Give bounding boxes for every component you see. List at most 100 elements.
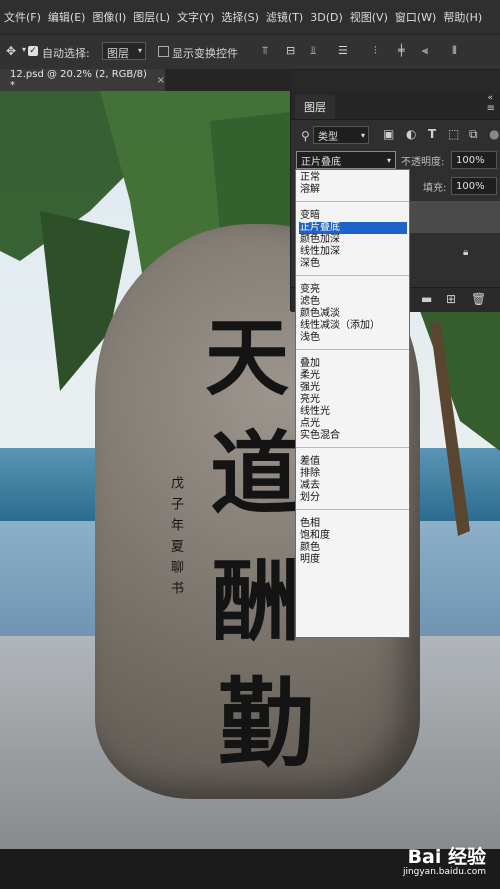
opacity-value: 100%: [456, 154, 485, 166]
close-icon[interactable]: ×: [157, 75, 165, 86]
menu-item[interactable]: 视图(V): [346, 9, 391, 25]
menu-item[interactable]: 图像(I): [88, 9, 129, 25]
blend-mode-option[interactable]: 颜色减淡: [299, 308, 407, 320]
align-top-icon[interactable]: ⫪: [262, 44, 268, 58]
blend-mode-option[interactable]: 叠加: [299, 358, 407, 370]
blend-mode-option[interactable]: 溶解: [299, 184, 407, 196]
options-bar: ✥ ▾ ✓ 自动选择: 图层 ▾ 显示变换控件 ⫪ ⊟ ⫫ ☰ ⫶ ╪ ⫷ ⦀: [0, 34, 500, 70]
adjustment-filter-icon[interactable]: ◐: [406, 127, 416, 141]
blend-mode-option[interactable]: 柔光: [299, 370, 407, 382]
type-filter-icon[interactable]: T: [428, 127, 436, 141]
new-group-icon[interactable]: ▬: [421, 292, 432, 306]
menu-item[interactable]: 帮助(H): [439, 9, 485, 25]
auto-select-label: 自动选择:: [42, 47, 90, 60]
align-left-icon[interactable]: ⫶: [374, 44, 377, 58]
blend-mode-option[interactable]: 颜色: [299, 542, 407, 554]
chevron-down-icon: ▾: [360, 130, 365, 140]
menu-separator: [296, 201, 409, 202]
document-tab[interactable]: 12.psd @ 20.2% (2, RGB/8) * ×: [0, 69, 165, 91]
blend-mode-option[interactable]: 线性加深: [299, 246, 407, 258]
new-layer-icon[interactable]: ⊞: [446, 292, 456, 306]
align-right-icon[interactable]: ⫷: [422, 44, 428, 58]
calligraphy-char-2: 道: [210, 421, 300, 527]
delete-layer-icon[interactable]: 🗑︎: [471, 292, 486, 306]
filter-kind-value: 类型: [318, 131, 338, 143]
menu-separator: [296, 509, 409, 510]
collapse-icon[interactable]: «: [487, 93, 493, 103]
blend-mode-option[interactable]: 正常: [299, 172, 407, 184]
blend-mode-option[interactable]: 划分: [299, 492, 407, 504]
fill-label: 填充:: [423, 179, 447, 194]
show-transform-label: 显示变换控件: [172, 47, 238, 60]
layer-row[interactable]: [409, 201, 500, 233]
blend-mode-option[interactable]: 深色: [299, 258, 407, 270]
blend-mode-option[interactable]: 饱和度: [299, 530, 407, 542]
filter-kind-dropdown[interactable]: 类型 ▾: [313, 126, 369, 144]
auto-select-dropdown[interactable]: 图层 ▾: [102, 42, 146, 60]
blend-mode-option[interactable]: 滤色: [299, 296, 407, 308]
blend-mode-option[interactable]: 线性光: [299, 406, 407, 418]
shape-filter-icon[interactable]: ⬚: [448, 127, 459, 141]
fill-input[interactable]: 100%: [451, 177, 497, 195]
blend-mode-option[interactable]: 排除: [299, 468, 407, 480]
watermark-url: jingyan.baidu.com: [402, 867, 486, 877]
blend-mode-dropdown[interactable]: 正片叠底 ▾: [296, 151, 396, 169]
menu-bar: 文件(F) 编辑(E) 图像(I) 图层(L) 文字(Y) 选择(S) 滤镜(T) 3D(D)…: [0, 0, 500, 34]
document-tab-bar: 12.psd @ 20.2% (2, RGB/8) * ×: [0, 69, 290, 91]
fill-value: 100%: [456, 180, 485, 192]
menu-separator: [296, 349, 409, 350]
blend-mode-option[interactable]: 明度: [299, 554, 407, 566]
align-hcenter-icon[interactable]: ╪: [398, 44, 405, 57]
auto-select-checkbox[interactable]: ✓: [28, 46, 38, 56]
chevron-down-icon: ▾: [137, 46, 142, 55]
panel-tab-row: 图层 « ≡: [291, 91, 500, 120]
search-icon: ⚲: [301, 129, 310, 143]
distribute-horizontal-icon[interactable]: ⦀: [452, 44, 457, 58]
calligraphy-char-1: 天: [205, 308, 290, 407]
blend-mode-option[interactable]: 正片叠底: [299, 222, 407, 234]
blend-mode-option[interactable]: 差值: [299, 456, 407, 468]
menu-separator: [296, 275, 409, 276]
filter-toggle-icon[interactable]: ●: [489, 127, 499, 141]
blend-mode-option[interactable]: 点光: [299, 418, 407, 430]
menu-item[interactable]: 选择(S): [217, 9, 262, 25]
blend-mode-option[interactable]: 变亮: [299, 284, 407, 296]
watermark-brand: Bai 经验: [407, 846, 486, 868]
opacity-input[interactable]: 100%: [451, 151, 497, 169]
document-title: 12.psd @ 20.2% (2, RGB/8) *: [10, 69, 147, 91]
menu-item[interactable]: 文件(F): [0, 9, 44, 25]
blend-mode-option[interactable]: 色相: [299, 518, 407, 530]
image-filter-icon[interactable]: ▣: [383, 127, 394, 141]
move-tool-icon[interactable]: ✥: [6, 44, 16, 58]
distribute-vertical-icon[interactable]: ☰: [338, 44, 348, 57]
menu-item[interactable]: 滤镜(T): [262, 9, 306, 25]
calligraphy-char-3: 酬: [212, 549, 301, 653]
blend-mode-option[interactable]: 实色混合: [299, 430, 407, 442]
blend-mode-menu: 正常 溶解变暗 正片叠底 颜色加深 线性加深 深色变亮 滤色 颜色减淡 线性减淡（添加） 浅色叠加…: [295, 169, 410, 638]
opacity-label: 不透明度:: [401, 157, 445, 168]
blend-mode-option[interactable]: 颜色加深: [299, 234, 407, 246]
menu-item[interactable]: 编辑(E): [44, 9, 89, 25]
blend-mode-option[interactable]: 浅色: [299, 332, 407, 344]
show-transform-checkbox[interactable]: [158, 46, 169, 57]
menu-item[interactable]: 文字(Y): [173, 9, 217, 25]
blend-mode-option[interactable]: 线性减淡（添加）: [299, 320, 407, 332]
calligraphy-inscription: 戊子年夏聊书: [168, 476, 183, 602]
auto-select-value: 图层: [107, 47, 129, 60]
panel-menu-icon[interactable]: ≡: [487, 103, 495, 114]
menu-item[interactable]: 3D(D): [306, 11, 346, 24]
menu-item[interactable]: 窗口(W): [391, 9, 439, 25]
layers-tab[interactable]: 图层: [295, 95, 335, 119]
blend-mode-option[interactable]: 亮光: [299, 394, 407, 406]
blend-mode-option[interactable]: 减去: [299, 480, 407, 492]
smart-object-filter-icon[interactable]: ⧉: [469, 127, 478, 142]
baidu-watermark: Bai 经验 jingyan.baidu.com: [403, 842, 486, 877]
align-vcenter-icon[interactable]: ⊟: [286, 44, 295, 57]
menu-separator: [296, 447, 409, 448]
tool-preset-chevron-icon[interactable]: ▾: [22, 45, 26, 54]
menu-item[interactable]: 图层(L): [129, 9, 173, 25]
align-bottom-icon[interactable]: ⫫: [310, 44, 316, 58]
blend-mode-option[interactable]: 强光: [299, 382, 407, 394]
chevron-down-icon: ▾: [386, 155, 391, 165]
blend-mode-option[interactable]: 变暗: [299, 210, 407, 222]
